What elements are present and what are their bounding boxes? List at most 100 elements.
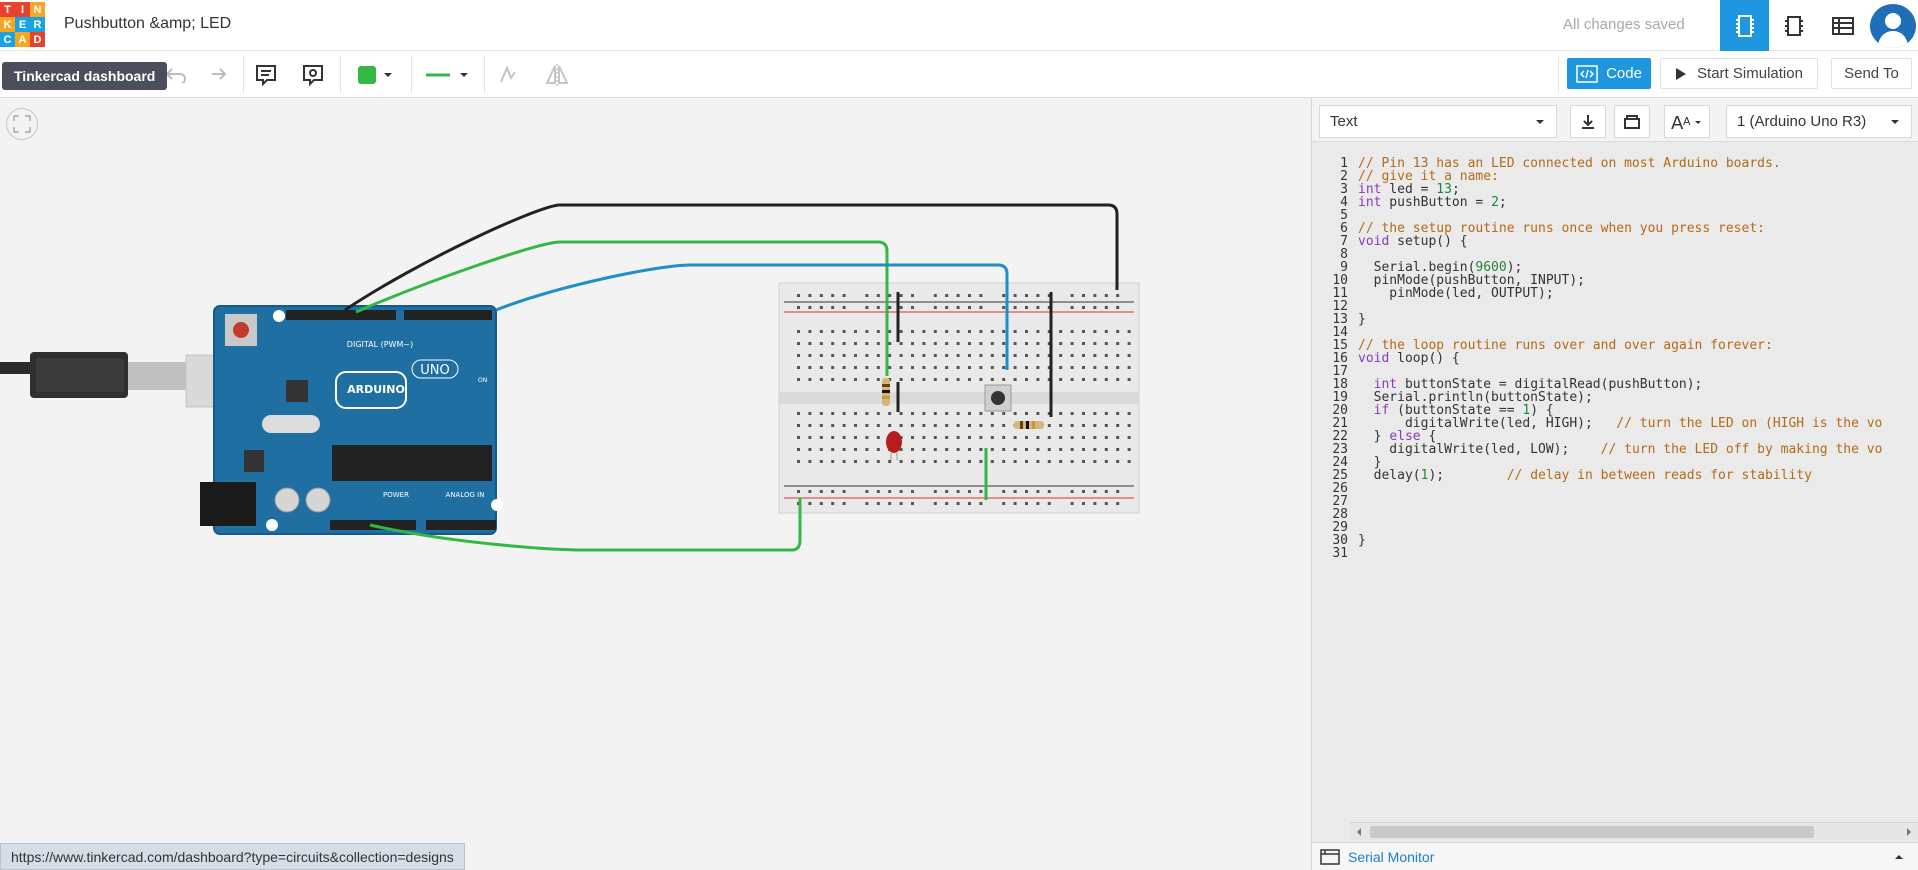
breadboard-hole[interactable] <box>899 412 903 415</box>
breadboard-hole[interactable] <box>899 306 903 309</box>
breadboard-hole[interactable] <box>842 342 846 345</box>
breadboard-hole[interactable] <box>1082 502 1085 505</box>
flip-button[interactable] <box>541 59 573 91</box>
breadboard-hole[interactable] <box>842 412 846 415</box>
breadboard-hole[interactable] <box>1093 294 1097 297</box>
breadboard-hole[interactable] <box>819 294 823 297</box>
breadboard-hole[interactable] <box>1059 448 1063 451</box>
breadboard-hole[interactable] <box>1116 490 1120 493</box>
breadboard-hole[interactable] <box>1116 294 1120 297</box>
breadboard-hole[interactable] <box>1116 412 1120 415</box>
breadboard-hole[interactable] <box>945 412 949 415</box>
breadboard-hole[interactable] <box>968 436 971 439</box>
breadboard-hole[interactable] <box>842 366 846 369</box>
breadboard-hole[interactable] <box>831 330 835 333</box>
breadboard-hole[interactable] <box>831 424 835 427</box>
breadboard-hole[interactable] <box>899 354 903 357</box>
code-line[interactable]: void loop() { <box>1358 351 1460 367</box>
breadboard-hole[interactable] <box>1082 306 1085 309</box>
pushbutton[interactable] <box>984 384 1012 412</box>
breadboard-hole[interactable] <box>979 436 983 439</box>
breadboard-hole[interactable] <box>911 378 914 381</box>
breadboard-hole[interactable] <box>1013 502 1017 505</box>
code-line[interactable]: } <box>1358 533 1366 549</box>
breadboard-hole[interactable] <box>911 354 914 357</box>
breadboard-hole[interactable] <box>933 448 937 451</box>
breadboard-hole[interactable] <box>956 294 960 297</box>
breadboard-hole[interactable] <box>842 502 846 505</box>
breadboard-hole[interactable] <box>990 460 994 463</box>
breadboard-hole[interactable] <box>1127 366 1131 369</box>
breadboard-hole[interactable] <box>956 306 960 309</box>
breadboard-hole[interactable] <box>979 306 983 309</box>
breadboard-hole[interactable] <box>1013 294 1017 297</box>
breadboard-hole[interactable] <box>1127 460 1131 463</box>
breadboard-hole[interactable] <box>1059 436 1063 439</box>
breadboard-hole[interactable] <box>1047 490 1051 493</box>
breadboard-hole[interactable] <box>911 294 914 297</box>
breadboard-hole[interactable] <box>808 460 812 463</box>
breadboard-hole[interactable] <box>1104 306 1108 309</box>
breadboard-hole[interactable] <box>1127 424 1131 427</box>
breadboard-hole[interactable] <box>854 330 857 333</box>
breadboard-hole[interactable] <box>842 330 846 333</box>
breadboard-hole[interactable] <box>842 460 846 463</box>
breadboard-hole[interactable] <box>1093 306 1097 309</box>
breadboard-hole[interactable] <box>819 378 823 381</box>
breadboard-hole[interactable] <box>797 354 800 357</box>
breadboard-hole[interactable] <box>876 448 880 451</box>
breadboard-hole[interactable] <box>842 448 846 451</box>
breadboard-hole[interactable] <box>1070 354 1074 357</box>
breadboard-hole[interactable] <box>1116 306 1120 309</box>
breadboard-hole[interactable] <box>819 502 823 505</box>
breadboard-hole[interactable] <box>1025 460 1028 463</box>
breadboard-hole[interactable] <box>968 502 971 505</box>
breadboard-hole[interactable] <box>1047 436 1051 439</box>
breadboard-hole[interactable] <box>854 436 857 439</box>
breadboard-hole[interactable] <box>1070 330 1074 333</box>
breadboard-hole[interactable] <box>797 436 800 439</box>
breadboard-hole[interactable] <box>1104 354 1108 357</box>
code-line[interactable]: digitalWrite(led, LOW); // turn the LED … <box>1358 442 1882 458</box>
breadboard-hole[interactable] <box>1059 378 1063 381</box>
breadboard-hole[interactable] <box>1093 424 1097 427</box>
breadboard-hole[interactable] <box>1082 490 1085 493</box>
breadboard-hole[interactable] <box>888 490 892 493</box>
breadboard-hole[interactable] <box>819 342 823 345</box>
breadboard-hole[interactable] <box>956 412 960 415</box>
breadboard-hole[interactable] <box>933 424 937 427</box>
breadboard-hole[interactable] <box>945 354 949 357</box>
breadboard-hole[interactable] <box>1093 436 1097 439</box>
breadboard-hole[interactable] <box>831 436 835 439</box>
resistor-right[interactable] <box>1014 421 1044 429</box>
breadboard-hole[interactable] <box>922 424 926 427</box>
breadboard-hole[interactable] <box>808 378 812 381</box>
breadboard-hole[interactable] <box>1082 424 1085 427</box>
breadboard-hole[interactable] <box>842 354 846 357</box>
breadboard-hole[interactable] <box>831 448 835 451</box>
breadboard-hole[interactable] <box>1013 366 1017 369</box>
breadboard-hole[interactable] <box>911 424 914 427</box>
breadboard-hole[interactable] <box>1070 294 1074 297</box>
breadboard-hole[interactable] <box>945 460 949 463</box>
breadboard-hole[interactable] <box>1127 436 1131 439</box>
breadboard-hole[interactable] <box>1082 294 1085 297</box>
breadboard-hole[interactable] <box>933 294 937 297</box>
breadboard-hole[interactable] <box>1127 330 1131 333</box>
breadboard-hole[interactable] <box>876 490 880 493</box>
breadboard-hole[interactable] <box>819 490 823 493</box>
breadboard-hole[interactable] <box>1093 342 1097 345</box>
breadboard-hole[interactable] <box>956 424 960 427</box>
breadboard-hole[interactable] <box>933 354 937 357</box>
breadboard-hole[interactable] <box>945 330 949 333</box>
resistor-left[interactable] <box>882 378 890 406</box>
breadboard-hole[interactable] <box>797 412 800 415</box>
code-button[interactable]: Code <box>1567 58 1651 89</box>
breadboard-hole[interactable] <box>899 424 903 427</box>
breadboard-hole[interactable] <box>1082 354 1085 357</box>
breadboard-hole[interactable] <box>1002 436 1006 439</box>
breadboard-hole[interactable] <box>1013 412 1017 415</box>
breadboard-hole[interactable] <box>1116 378 1120 381</box>
circuit-view-button[interactable] <box>1720 0 1769 51</box>
breadboard-hole[interactable] <box>933 502 937 505</box>
